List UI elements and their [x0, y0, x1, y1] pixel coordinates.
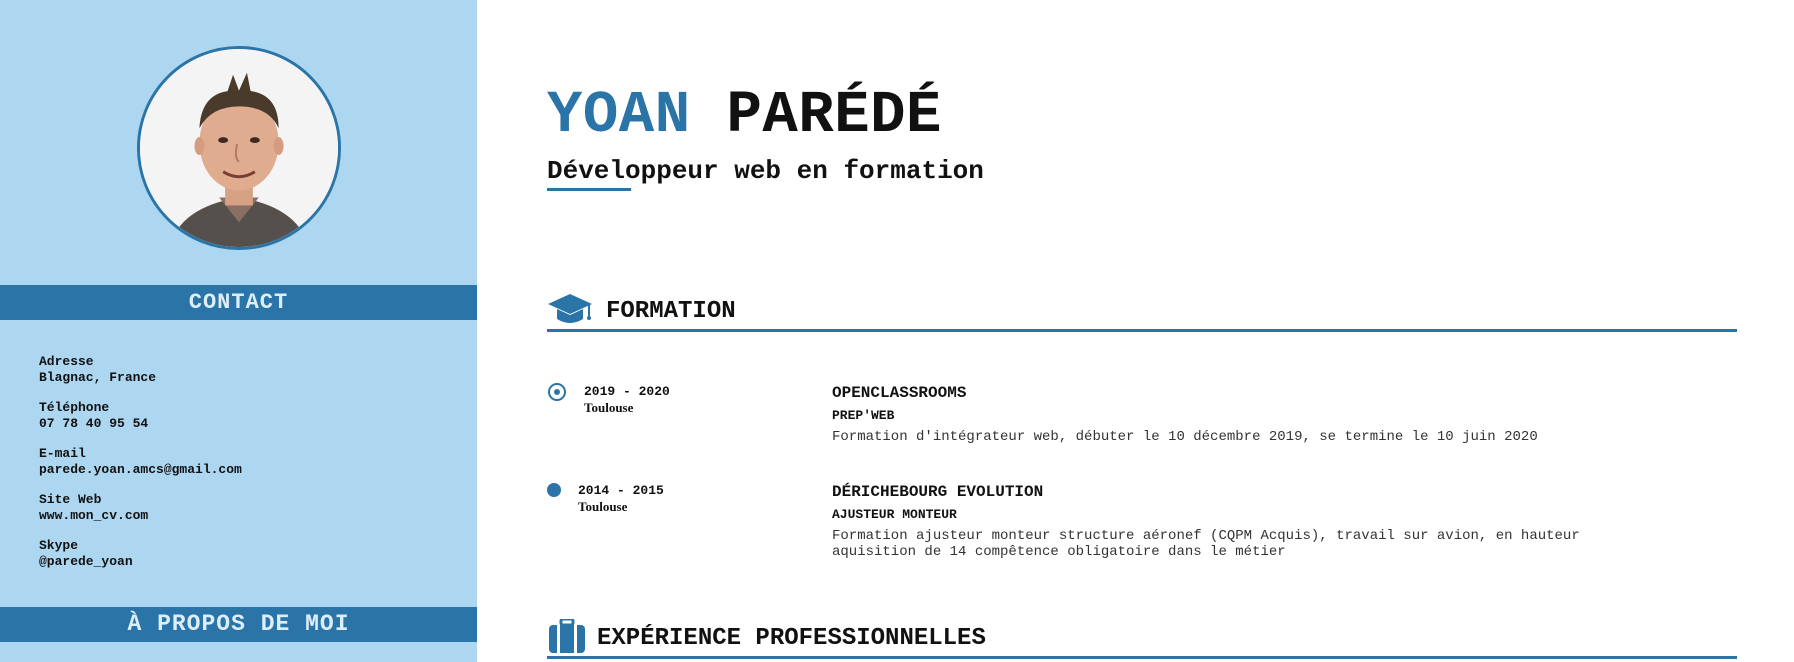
contact-list: Adresse Blagnac, France Téléphone 07 78 … — [39, 354, 242, 584]
formation-section-header: FORMATION — [547, 292, 1737, 332]
entry-role: PREP'WEB — [832, 408, 895, 423]
contact-label: Skype — [39, 538, 79, 553]
last-name: PARÉDÉ — [726, 82, 942, 149]
contact-value[interactable]: parede.yoan.amcs@gmail.com — [39, 462, 242, 478]
timeline-ring-icon — [548, 383, 566, 401]
contact-website: Site Web www.mon_cv.com — [39, 492, 242, 524]
contact-value: Blagnac, France — [39, 370, 157, 385]
first-name: YOAN — [547, 82, 691, 149]
entry-dates: 2019 - 2020 Toulouse — [584, 384, 670, 416]
entry-description: Formation ajusteur monteur structure aér… — [832, 528, 1580, 560]
contact-heading: CONTACT — [0, 285, 477, 320]
description-line: aquisition de 14 compêtence obligatoire … — [832, 544, 1286, 560]
contact-email: E-mail parede.yoan.amcs@gmail.com — [39, 446, 242, 478]
contact-skype: Skype @parede_yoan — [39, 538, 242, 570]
description-line: Formation d'intégrateur web, débuter le … — [832, 429, 1538, 445]
contact-value[interactable]: www.mon_cv.com — [39, 508, 242, 524]
entry-years: 2014 - 2015 — [578, 483, 664, 498]
contact-label: E-mail — [39, 446, 86, 461]
entry-organization: DÉRICHEBOURG EVOLUTION — [832, 483, 1044, 501]
entry-role: AJUSTEUR MONTEUR — [832, 507, 957, 522]
entry-years: 2019 - 2020 — [584, 384, 670, 399]
contact-phone: Téléphone 07 78 40 95 54 — [39, 400, 242, 432]
contact-value: @parede_yoan — [39, 554, 133, 569]
formation-title: FORMATION — [606, 298, 736, 325]
entry-location: Toulouse — [584, 400, 634, 415]
contact-label: Téléphone — [39, 400, 110, 415]
job-title: Développeur web en formation — [547, 156, 984, 186]
avatar — [137, 46, 341, 250]
graduation-cap-icon — [547, 292, 593, 328]
entry-content: OPENCLASSROOMS PREP'WEB Formation d'inté… — [832, 383, 1538, 445]
experience-title: EXPÉRIENCE PROFESSIONNELLES — [597, 625, 986, 652]
description-line: Formation ajusteur monteur structure aér… — [832, 528, 1580, 544]
contact-value: 07 78 40 95 54 — [39, 416, 149, 431]
full-name: YOAN PARÉDÉ — [547, 83, 942, 149]
briefcase-icon — [547, 617, 593, 655]
contact-label: Site Web — [39, 492, 102, 507]
timeline-dot-icon — [547, 483, 561, 497]
title-underline — [547, 188, 631, 191]
contact-label: Adresse — [39, 354, 94, 369]
name-heading: YOAN PARÉDÉ — [547, 83, 942, 149]
entry-dates: 2014 - 2015 Toulouse — [578, 483, 664, 515]
sidebar: CONTACT Adresse Blagnac, France Téléphon… — [0, 0, 477, 662]
entry-organization: OPENCLASSROOMS — [832, 384, 967, 402]
about-heading: À PROPOS DE MOI — [0, 607, 477, 642]
entry-description: Formation d'intégrateur web, débuter le … — [832, 429, 1538, 445]
entry-location: Toulouse — [578, 499, 628, 514]
profile-photo — [140, 49, 338, 247]
contact-address: Adresse Blagnac, France — [39, 354, 242, 386]
experience-section-header: EXPÉRIENCE PROFESSIONNELLES — [547, 617, 1737, 659]
entry-content: DÉRICHEBOURG EVOLUTION AJUSTEUR MONTEUR … — [832, 482, 1580, 560]
